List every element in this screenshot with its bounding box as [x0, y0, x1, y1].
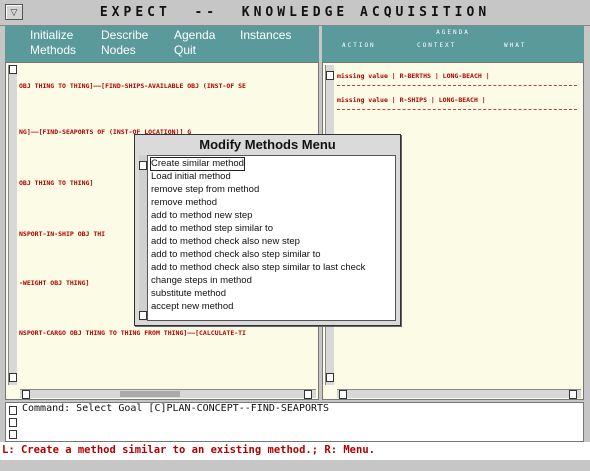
- agenda-column-context: CONTEXT: [417, 42, 457, 49]
- modal-title: Modify Methods Menu: [199, 137, 336, 152]
- menu-option-create-similar-method[interactable]: Create similar method: [150, 157, 245, 171]
- menu-option-change-steps[interactable]: change steps in method: [151, 275, 252, 287]
- scroll-middle-handle[interactable]: [9, 418, 17, 427]
- menu-option-remove-step[interactable]: remove step from method: [151, 184, 259, 196]
- menu-quit[interactable]: Quit: [174, 43, 196, 57]
- menu-describe[interactable]: Describe: [101, 28, 148, 42]
- menu-initialize[interactable]: Initialize: [30, 28, 73, 42]
- scroll-up-handle[interactable]: [326, 71, 334, 80]
- agenda-header: AGENDA ACTION CONTEXT WHAT: [322, 26, 584, 62]
- scroll-thumb[interactable]: [120, 391, 180, 397]
- menu-bar: Initialize Methods Describe Nodes Agenda…: [5, 26, 319, 62]
- tree-line[interactable]: NSPORT-IN-SHIP OBJ THI: [19, 230, 105, 238]
- agenda-row[interactable]: missing value | R-SHIPS | LONG-BEACH |: [337, 96, 486, 104]
- menu-option-load-initial-method[interactable]: Load initial method: [151, 171, 231, 183]
- menu-option-check-step-similar[interactable]: add to method check also step similar to: [151, 249, 321, 261]
- tree-horizontal-scrollbar[interactable]: [20, 389, 316, 399]
- tree-line[interactable]: -WEIGHT OBJ THING]: [19, 279, 89, 287]
- scroll-right-handle[interactable]: [569, 390, 577, 399]
- menu-option-check-new-step[interactable]: add to method check also new step: [151, 236, 300, 248]
- scroll-down-handle[interactable]: [9, 373, 17, 382]
- scroll-right-handle[interactable]: [304, 390, 312, 399]
- command-line: Command: Select Goal [C]PLAN-CONCEPT--FI…: [22, 403, 330, 414]
- scroll-up-handle[interactable]: [9, 406, 17, 415]
- tree-vertical-scrollbar[interactable]: [8, 65, 17, 385]
- scroll-left-handle[interactable]: [339, 390, 347, 399]
- agenda-column-what: WHAT: [504, 42, 527, 49]
- tree-line[interactable]: NSPORT-CARGO OBJ THING TO THING FROM THI…: [19, 329, 246, 337]
- menu-methods[interactable]: Methods: [30, 43, 76, 57]
- menu-option-add-step-similar[interactable]: add to method step similar to: [151, 223, 273, 235]
- menu-instances[interactable]: Instances: [240, 28, 291, 42]
- agenda-title: AGENDA: [436, 29, 470, 36]
- agenda-horizontal-scrollbar[interactable]: [337, 389, 581, 399]
- menu-option-accept-new-method[interactable]: accept new method: [151, 301, 233, 313]
- scroll-down-handle[interactable]: [9, 430, 17, 439]
- tree-line[interactable]: OBJ THING TO THING]: [19, 179, 93, 187]
- agenda-column-action: ACTION: [342, 42, 376, 49]
- menu-option-substitute-method[interactable]: substitute method: [151, 288, 226, 300]
- agenda-divider: [337, 109, 577, 110]
- tree-line[interactable]: OBJ THING TO THING]——[FIND-SHIPS-AVAILAB…: [19, 82, 246, 90]
- menu-scrollbar[interactable]: [139, 155, 147, 321]
- scroll-up-handle[interactable]: [9, 65, 17, 74]
- menu-option-remove-method[interactable]: remove method: [151, 197, 217, 209]
- menu-option-add-new-step[interactable]: add to method new step: [151, 210, 252, 222]
- menu-option-check-similar-last[interactable]: add to method check also step similar to…: [151, 262, 365, 274]
- agenda-divider: [337, 85, 577, 86]
- method-options-list: Create similar method Load initial metho…: [147, 155, 396, 321]
- scroll-down-handle[interactable]: [139, 311, 147, 320]
- scroll-up-handle[interactable]: [139, 161, 147, 170]
- status-message: L: Create a method similar to an existin…: [2, 444, 375, 456]
- menu-agenda[interactable]: Agenda: [174, 28, 215, 42]
- menu-nodes[interactable]: Nodes: [101, 43, 136, 57]
- window-title: EXPECT -- KNOWLEDGE ACQUISITION: [99, 5, 491, 20]
- scroll-down-handle[interactable]: [326, 373, 334, 382]
- modify-methods-menu: Modify Methods Menu Create similar metho…: [134, 134, 401, 326]
- agenda-row[interactable]: missing value | R-BERTHS | LONG-BEACH |: [337, 72, 490, 80]
- scroll-left-handle[interactable]: [22, 390, 30, 399]
